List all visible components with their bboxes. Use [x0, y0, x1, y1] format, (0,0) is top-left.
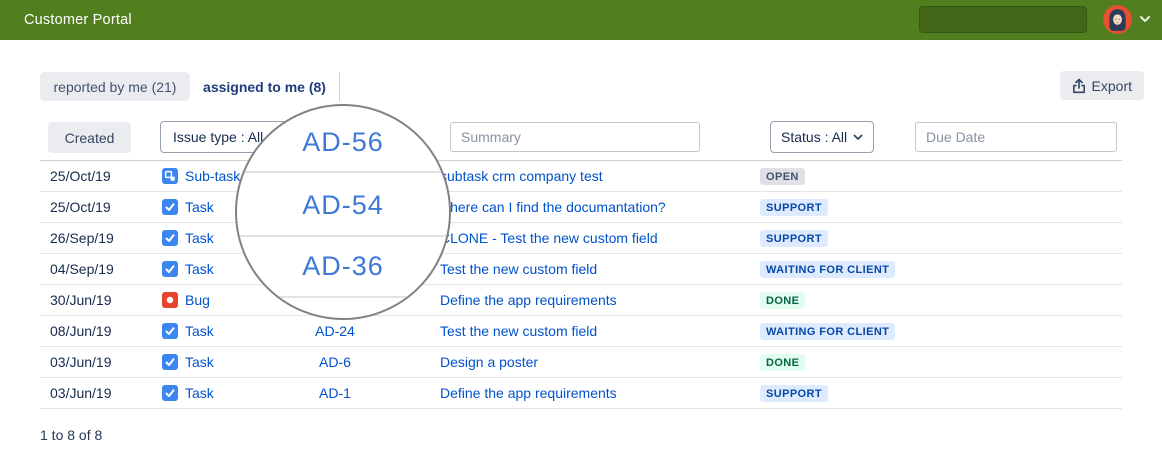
cell-created-date: 03/Jun/19 — [40, 354, 162, 370]
table-row[interactable]: 25/Oct/19 Task where can I find the docu… — [40, 192, 1122, 223]
task-icon — [162, 230, 178, 246]
table-row[interactable]: 03/Jun/19 Task AD-6 Design a poster DONE — [40, 347, 1122, 378]
cell-issue-type[interactable]: Task — [162, 354, 290, 370]
cell-issue-type[interactable]: Bug — [162, 292, 290, 308]
user-avatar[interactable] — [1103, 5, 1132, 34]
issue-type-label: Task — [185, 354, 214, 370]
issue-summary-link[interactable]: Design a poster — [440, 354, 760, 370]
magnified-issue-key: AD-36 — [237, 251, 449, 282]
issue-type-label: Sub-task — [185, 168, 240, 184]
status-badge: WAITING FOR CLIENT — [760, 323, 895, 340]
status-badge: SUPPORT — [760, 385, 828, 402]
cell-created-date: 26/Sep/19 — [40, 230, 162, 246]
cell-created-date: 30/Jun/19 — [40, 292, 162, 308]
table-row[interactable]: 03/Jun/19 Task AD-1 Define the app requi… — [40, 378, 1122, 409]
issue-key-link[interactable]: AD-6 — [290, 354, 380, 370]
header-search-box[interactable] — [919, 6, 1087, 33]
magnified-row-divider — [237, 235, 449, 237]
task-icon — [162, 199, 178, 215]
magnified-row-divider — [237, 171, 449, 173]
tab-assigned-to-me[interactable]: assigned to me (8) — [190, 72, 340, 101]
issue-type-label: Task — [185, 261, 214, 277]
issue-summary-link[interactable]: Test the new custom field — [440, 323, 760, 339]
pagination-count: 1 to 8 of 8 — [40, 427, 102, 443]
issue-type-label: Bug — [185, 292, 210, 308]
status-badge: OPEN — [760, 168, 805, 185]
issue-type-label: Task — [185, 199, 214, 215]
issue-type-label: Task — [185, 230, 214, 246]
app-header: Customer Portal — [0, 0, 1162, 40]
cell-issue-type[interactable]: Task — [162, 385, 290, 401]
status-badge: SUPPORT — [760, 230, 828, 247]
cell-created-date: 03/Jun/19 — [40, 385, 162, 401]
cell-status: DONE — [760, 353, 1122, 371]
due-date-filter-input[interactable] — [915, 122, 1117, 152]
summary-filter-input[interactable] — [450, 122, 700, 152]
table-row[interactable]: 04/Sep/19 Task Test the new custom field… — [40, 254, 1122, 285]
tab-reported-by-me[interactable]: reported by me (21) — [40, 72, 190, 101]
issue-summary-link[interactable]: Define the app requirements — [440, 385, 760, 401]
chevron-down-icon[interactable] — [1139, 15, 1151, 23]
status-badge: SUPPORT — [760, 199, 828, 216]
cell-status: OPEN — [760, 167, 1122, 185]
cell-status: SUPPORT — [760, 229, 1122, 247]
issue-key-link[interactable]: AD-1 — [290, 385, 380, 401]
magnified-issue-key: AD-56 — [237, 127, 449, 158]
issue-type-label: Task — [185, 385, 214, 401]
table-row[interactable]: 08/Jun/19 Task AD-24 Test the new custom… — [40, 316, 1122, 347]
issue-type-label: Task — [185, 323, 214, 339]
chevron-down-icon — [853, 134, 863, 141]
magnified-row-divider — [237, 296, 449, 298]
cell-status: SUPPORT — [760, 198, 1122, 216]
table-row[interactable]: 25/Oct/19 Sub-task subtask crm company t… — [40, 161, 1122, 192]
status-badge: WAITING FOR CLIENT — [760, 261, 895, 278]
export-label: Export — [1092, 78, 1132, 94]
task-icon — [162, 261, 178, 277]
table-row[interactable]: 30/Jun/19 Bug Define the app requirement… — [40, 285, 1122, 316]
issue-summary-link[interactable]: subtask crm company test — [440, 168, 760, 184]
cell-issue-type[interactable]: Task — [162, 323, 290, 339]
issue-summary-link[interactable]: Test the new custom field — [440, 261, 760, 277]
page-title: Customer Portal — [24, 12, 132, 28]
table-row[interactable]: 26/Sep/19 Task CLONE - Test the new cust… — [40, 223, 1122, 254]
bug-icon — [162, 292, 178, 308]
search-input[interactable] — [920, 7, 1112, 32]
cell-created-date: 25/Oct/19 — [40, 199, 162, 215]
status-badge: DONE — [760, 292, 805, 309]
status-filter-label: Status : All — [781, 129, 847, 145]
cell-status: WAITING FOR CLIENT — [760, 322, 1122, 340]
magnifier-overlay: AD-56 AD-54 AD-36 — [235, 104, 451, 320]
issue-key-link[interactable]: AD-24 — [290, 323, 380, 339]
issue-summary-link[interactable]: CLONE - Test the new custom field — [440, 230, 760, 246]
export-icon — [1072, 78, 1086, 94]
subtask-icon — [162, 168, 178, 184]
status-badge: DONE — [760, 354, 805, 371]
cell-created-date: 08/Jun/19 — [40, 323, 162, 339]
cell-status: WAITING FOR CLIENT — [760, 260, 1122, 278]
cell-status: SUPPORT — [760, 384, 1122, 402]
status-filter[interactable]: Status : All — [770, 121, 874, 153]
task-icon — [162, 385, 178, 401]
task-icon — [162, 323, 178, 339]
cell-status: DONE — [760, 291, 1122, 309]
magnified-issue-key: AD-54 — [237, 190, 449, 221]
request-tabs: reported by me (21) assigned to me (8) — [40, 72, 340, 101]
export-button[interactable]: Export — [1060, 71, 1144, 100]
issues-table: 25/Oct/19 Sub-task subtask crm company t… — [40, 160, 1122, 409]
customer-portal-page: Customer Portal — [0, 0, 1162, 465]
cell-created-date: 04/Sep/19 — [40, 261, 162, 277]
task-icon — [162, 354, 178, 370]
cell-created-date: 25/Oct/19 — [40, 168, 162, 184]
issue-summary-link[interactable]: Define the app requirements — [440, 292, 760, 308]
created-column-button[interactable]: Created — [48, 122, 131, 153]
issue-summary-link[interactable]: where can I find the documantation? — [440, 199, 760, 215]
